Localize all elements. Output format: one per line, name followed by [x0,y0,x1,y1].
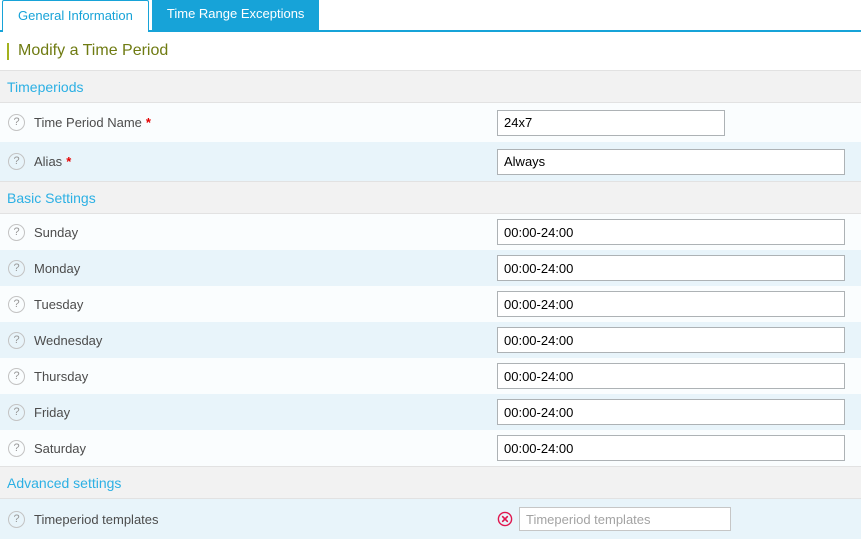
wednesday-label: Wednesday [34,332,103,348]
page-title: Modify a Time Period [0,32,861,70]
help-icon[interactable]: ? [8,367,25,385]
sunday-input-area [497,214,845,250]
friday-label: Friday [34,404,71,420]
timeperiod-templates-input[interactable] [519,507,731,531]
time-period-name-input[interactable] [497,109,725,136]
friday-input[interactable] [497,399,845,425]
saturday-input-area [497,430,845,466]
help-icon[interactable]: ? [8,153,25,170]
saturday-label: Saturday [34,440,87,456]
sunday-label: Sunday [34,224,79,240]
help-icon[interactable]: ? [8,439,25,457]
help-icon[interactable]: ? [8,223,25,241]
tuesday-input[interactable] [497,291,845,317]
title-accent-bar [7,42,9,60]
help-icon[interactable]: ? [8,114,25,131]
section-header-timeperiods: Timeperiods [0,70,861,103]
form-row-saturday: ? Saturday [0,430,861,466]
thursday-label: Thursday [34,368,89,384]
time-period-name-label: Time Period Name * [34,115,151,130]
monday-label: Monday [34,260,81,276]
required-marker: * [66,154,72,169]
help-icon[interactable]: ? [8,331,25,349]
alias-input[interactable] [497,148,845,175]
tab-bar: General Information Time Range Exception… [0,0,861,32]
tab-general-information[interactable]: General Information [2,0,149,32]
monday-input-area [497,250,845,286]
form-row-monday: ? Monday [0,250,861,286]
thursday-input[interactable] [497,363,845,389]
friday-input-area [497,394,845,430]
form-row-sunday: ? Sunday [0,214,861,250]
wednesday-input-area [497,322,845,358]
alias-input-area [497,142,845,181]
clear-selection-icon[interactable] [497,511,513,527]
help-icon[interactable]: ? [8,295,25,313]
form-row-tuesday: ? Tuesday [0,286,861,322]
alias-label: Alias * [34,154,72,169]
saturday-input[interactable] [497,435,845,461]
form-row-time-period-name: ? Time Period Name * [0,103,861,142]
timeperiod-templates-input-area [497,499,731,539]
tuesday-input-area [497,286,845,322]
wednesday-input[interactable] [497,327,845,353]
help-icon[interactable]: ? [8,403,25,421]
form-row-wednesday: ? Wednesday [0,322,861,358]
monday-input[interactable] [497,255,845,281]
tab-time-range-exceptions[interactable]: Time Range Exceptions [151,0,320,30]
form-row-thursday: ? Thursday [0,358,861,394]
form-row-alias: ? Alias * [0,142,861,181]
page-title-text: Modify a Time Period [18,42,169,59]
time-period-name-input-area [497,103,725,142]
sunday-input[interactable] [497,219,845,245]
timeperiod-form: Timeperiods? Time Period Name*? Alias* Basi… [0,70,861,539]
thursday-input-area [497,358,845,394]
help-icon[interactable]: ? [8,259,25,277]
required-marker: * [145,115,151,130]
section-header-basic-settings: Basic Settings [0,181,861,214]
form-row-timeperiod-templates: ? Timeperiod templates [0,499,861,539]
timeperiod-templates-label: Timeperiod templates [34,511,159,527]
section-header-advanced-settings: Advanced settings [0,466,861,499]
tuesday-label: Tuesday [34,296,84,312]
help-icon[interactable]: ? [8,510,25,528]
form-row-friday: ? Friday [0,394,861,430]
